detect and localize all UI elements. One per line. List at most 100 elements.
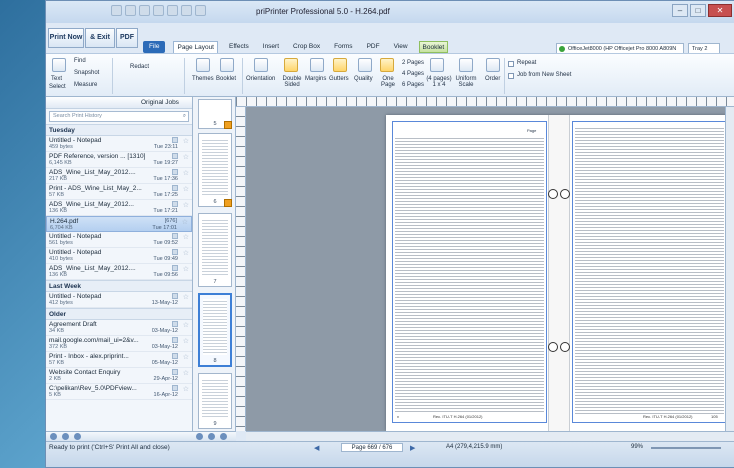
print-now-button[interactable]: Print Now <box>48 28 84 48</box>
page-indicator[interactable]: Page 669 / 676 <box>341 443 403 452</box>
next-page-icon[interactable]: ▶ <box>410 444 415 452</box>
job-group-header[interactable]: Older <box>46 308 192 320</box>
uniform-scale-icon[interactable] <box>459 58 473 72</box>
job-list-item[interactable]: mail.google.com/mail_ui=2&v... 372 KB 03-M… <box>46 336 192 352</box>
one-page-button[interactable]: One Page <box>377 76 399 88</box>
pages-grid-icon[interactable] <box>430 58 444 72</box>
star-icon[interactable]: ☆ <box>183 249 189 257</box>
pdf-icon[interactable] <box>167 5 178 16</box>
tab-insert[interactable]: Insert <box>260 41 282 53</box>
rotate-icon[interactable] <box>62 433 69 440</box>
star-icon[interactable]: ☆ <box>183 337 189 345</box>
tab-effects[interactable]: Effects <box>226 41 252 53</box>
booklet-icon[interactable] <box>220 58 234 72</box>
job-new-sheet-checkbox[interactable] <box>508 73 514 79</box>
gutters-icon[interactable] <box>333 58 347 72</box>
star-icon[interactable]: ☆ <box>183 169 189 177</box>
original-jobs-dropdown[interactable]: Original Jobs <box>46 97 192 109</box>
margins-button[interactable]: Margins <box>305 76 326 82</box>
first-page-icon[interactable]: ◀ <box>314 444 319 452</box>
job-list-item[interactable]: Untitled - Notepad 410 bytes Tue 09:49 ☆ <box>46 248 192 264</box>
vertical-scrollbar[interactable] <box>725 107 734 431</box>
themes-button[interactable]: Themes <box>192 76 214 82</box>
orientation-button[interactable]: Orientation <box>246 76 275 82</box>
job-group-header[interactable]: Tuesday <box>46 124 192 136</box>
close-panel-icon[interactable] <box>220 433 227 440</box>
zoom-slider[interactable] <box>651 447 721 449</box>
find-button[interactable]: Find <box>74 58 86 64</box>
zoom-level[interactable]: 99% <box>631 444 643 450</box>
orientation-icon[interactable] <box>254 58 268 72</box>
star-icon[interactable]: ☆ <box>183 321 189 329</box>
pdf-button[interactable]: PDF <box>116 28 138 48</box>
uniform-scale-button[interactable]: Uniform Scale <box>454 76 478 88</box>
tab-forms[interactable]: Forms <box>331 41 355 53</box>
order-button[interactable]: Order <box>485 76 500 82</box>
six-pages-button[interactable]: 6 Pages <box>402 82 424 88</box>
quality-icon[interactable] <box>358 58 372 72</box>
job-list-item[interactable]: ADS_Wine_List_May_2012.... 136 KB Tue 09:5… <box>46 264 192 280</box>
job-group-header[interactable]: Last Week <box>46 280 192 292</box>
star-icon[interactable]: ☆ <box>183 293 189 301</box>
minimize-icon[interactable]: – <box>672 4 688 17</box>
four-pages-button[interactable]: 4 Pages <box>402 71 424 77</box>
job-list-item[interactable]: Untitled - Notepad 561 bytes Tue 09:52 ☆ <box>46 232 192 248</box>
star-icon[interactable]: ☆ <box>183 265 189 273</box>
tab-page-layout[interactable]: Page Layout <box>173 41 218 53</box>
job-list-item[interactable]: Print - ADS_Wine_List_May_2... 57 KB Tue 1… <box>46 184 192 200</box>
thumbnail-page[interactable]: 5 <box>198 99 232 129</box>
back-icon[interactable] <box>196 433 203 440</box>
snapshot-button[interactable]: Snapshot <box>74 70 99 76</box>
print-icon[interactable] <box>153 5 164 16</box>
one-page-icon[interactable] <box>380 58 394 72</box>
tab-view[interactable]: View <box>391 41 411 53</box>
settings-icon[interactable] <box>195 5 206 16</box>
job-list-item[interactable]: ADS_Wine_List_May_2012.... 217 KB Tue 17:3… <box>46 168 192 184</box>
repeat-checkbox[interactable] <box>508 61 514 67</box>
tab-file[interactable]: File <box>143 41 166 53</box>
thumbnail-page-selected[interactable]: 8 <box>198 293 232 367</box>
job-list-item[interactable]: ADS_Wine_List_May_2012... 136 KB Tue 17:21… <box>46 200 192 216</box>
star-icon[interactable]: ☆ <box>183 137 189 145</box>
job-list-item[interactable]: Website Contact Enquiry 2 KB 29-Apr-12 ☆ <box>46 368 192 384</box>
horizontal-scrollbar[interactable] <box>246 431 734 441</box>
job-list-item[interactable]: PDF Reference, version ... [1310] 6,145 K… <box>46 152 192 168</box>
star-icon[interactable]: ☆ <box>183 153 189 161</box>
job-list-item[interactable]: Print - Inbox - alex.priprint... 57 KB 05-… <box>46 352 192 368</box>
close-icon[interactable]: ✕ <box>708 4 732 17</box>
paper-size[interactable]: A4 (279,4,215.9 mm) <box>446 444 502 450</box>
undo-icon[interactable] <box>125 5 136 16</box>
redact-button[interactable]: Redact <box>130 64 149 70</box>
document-view[interactable]: Page v Rec. ITU-T H.264 (01/2012) Rec. I… <box>246 107 734 431</box>
thumbnail-page[interactable]: 7 <box>198 213 232 287</box>
tab-booklet[interactable]: Booklet <box>418 41 449 53</box>
order-icon[interactable] <box>486 58 500 72</box>
double-sided-icon[interactable] <box>284 58 298 72</box>
thumbnail-page[interactable]: 9 <box>198 373 232 429</box>
star-icon[interactable]: ☆ <box>183 385 189 393</box>
delete-icon[interactable] <box>74 433 81 440</box>
tab-crop-box[interactable]: Crop Box <box>290 41 323 53</box>
job-list-item[interactable]: Untitled - Notepad 459 bytes Tue 23:11 ☆ <box>46 136 192 152</box>
gutters-button[interactable]: Gutters <box>329 76 349 82</box>
redo-icon[interactable] <box>139 5 150 16</box>
tab-pdf[interactable]: PDF <box>364 41 383 53</box>
double-sided-button[interactable]: Double Sided <box>280 76 304 88</box>
margins-icon[interactable] <box>310 58 324 72</box>
star-icon[interactable]: ☆ <box>183 353 189 361</box>
email-icon[interactable] <box>181 5 192 16</box>
star-icon[interactable]: ☆ <box>183 369 189 377</box>
save-icon[interactable] <box>111 5 122 16</box>
job-list-item[interactable]: Agreement Draft 34 KB 03-May-12 ☆ <box>46 320 192 336</box>
star-icon[interactable]: ☆ <box>183 233 189 241</box>
booklet-button[interactable]: Booklet <box>216 76 236 82</box>
exit-button[interactable]: & Exit <box>85 28 115 48</box>
text-select-icon[interactable] <box>52 58 66 72</box>
job-list-item[interactable]: H.264.pdf 6,704 KB [676] Tue 17:01 ☆ <box>46 216 192 232</box>
search-input[interactable]: Search Print History <box>49 111 189 122</box>
star-icon[interactable]: ☆ <box>183 201 189 209</box>
pages-grid-button[interactable]: (4 pages) 1 x 4 <box>426 76 452 88</box>
job-list-item[interactable]: Untitled - Notepad 412 bytes 13-May-12 ☆ <box>46 292 192 308</box>
quality-button[interactable]: Quality <box>354 76 373 82</box>
star-icon[interactable]: ☆ <box>182 218 188 226</box>
